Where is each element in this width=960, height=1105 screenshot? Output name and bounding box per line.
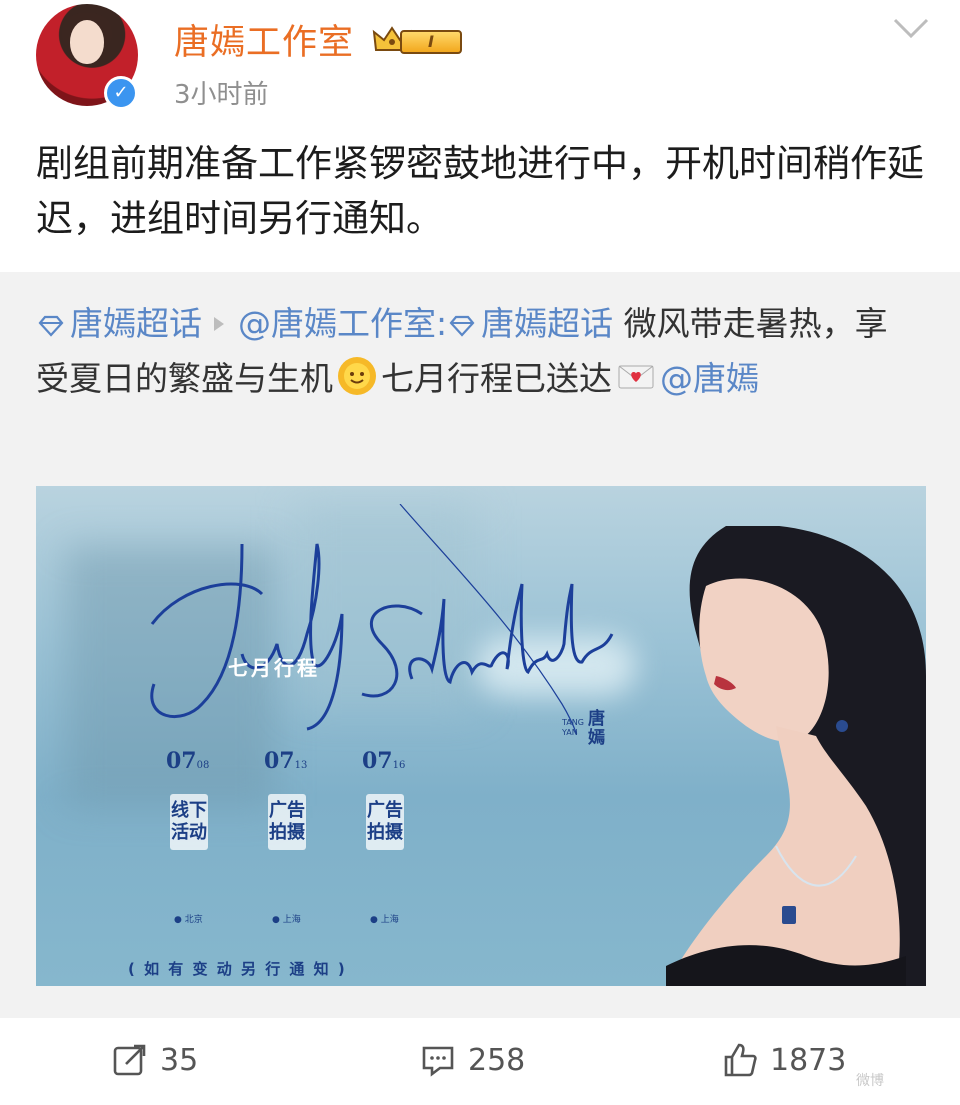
july-schedule-script-lettering (150, 504, 614, 734)
date-day: 13 (294, 760, 308, 771)
sunflower-emoji-icon (338, 357, 376, 395)
avatar-face (70, 20, 104, 64)
schedule-poster-image[interactable]: 七月行程 TANG YAN 唐嫣 0708 0713 0716 线下活动 广告拍… (36, 486, 926, 986)
poster-notice: ( 如 有 变 动 另 行 通 知 ) (128, 960, 347, 978)
event-label: 广告拍摄 (269, 800, 305, 843)
mention-author-link[interactable]: @唐嫣工作室: (238, 304, 447, 343)
topic-link-2[interactable]: 唐嫣超话 (481, 304, 613, 343)
location-2: ● 上海 (272, 915, 301, 925)
event-3: 广告拍摄 (366, 794, 404, 850)
date-day: 08 (196, 760, 210, 771)
repost-count: 35 (160, 1042, 199, 1078)
post-time: 3小时前 (174, 80, 269, 110)
poster-name-cn: 唐嫣 (588, 709, 605, 748)
date-2: 0713 (264, 748, 307, 774)
weibo-watermark: 微博 (856, 1073, 884, 1089)
poster-subtitle: 七月行程 (228, 656, 320, 680)
vip-level: I (400, 30, 462, 54)
event-1: 线下活动 (170, 794, 208, 850)
repost-button[interactable]: 35 (112, 1040, 198, 1080)
post-text: 剧组前期准备工作紧锣密鼓地进行中，开机时间稍作延迟，进组时间另行通知。 (36, 142, 924, 240)
mention-end-link[interactable]: @唐嫣 (660, 359, 759, 398)
repost-icon (113, 1044, 146, 1076)
comment-icon (422, 1046, 454, 1077)
repost-text: 唐嫣超话 @唐嫣工作室: 唐嫣超话 微风带走暑热，享受夏日的繁盛与生机 七月行程已送达… (36, 296, 916, 406)
topic-link[interactable]: 唐嫣超话 (70, 304, 202, 343)
repost-card[interactable]: 唐嫣超话 @唐嫣工作室: 唐嫣超话 微风带走暑热，享受夏日的繁盛与生机 七月行程已送达… (0, 272, 960, 1018)
thumbs-up-icon (724, 1043, 757, 1077)
location-1: ● 北京 (174, 915, 203, 925)
comment-button[interactable]: 258 (420, 1040, 525, 1080)
date-month: 07 (264, 748, 295, 774)
date-day: 16 (392, 760, 406, 771)
repost-body-2: 七月行程已送达 (381, 359, 612, 398)
super-topic-icon (38, 315, 64, 337)
chevron-down-icon[interactable] (892, 16, 930, 40)
super-topic-icon (449, 315, 475, 337)
author-name[interactable]: 唐嫣工作室 (174, 14, 354, 65)
date-1: 0708 (166, 748, 209, 774)
date-month: 07 (362, 748, 393, 774)
like-button[interactable]: 1873 (722, 1040, 846, 1080)
vip-badge[interactable]: I (372, 20, 464, 58)
date-month: 07 (166, 748, 197, 774)
poster-name-en: TANG YAN (562, 718, 584, 737)
event-2: 广告拍摄 (268, 794, 306, 850)
location-3: ● 上海 (370, 915, 399, 925)
date-3: 0716 (362, 748, 405, 774)
love-letter-icon (618, 365, 654, 389)
separator-arrow-icon (214, 316, 224, 331)
action-bar: 35 258 1873 (0, 1026, 960, 1096)
event-label: 线下活动 (171, 800, 207, 843)
like-count: 1873 (770, 1042, 847, 1078)
portrait-figure (666, 526, 926, 986)
event-label: 广告拍摄 (367, 800, 403, 843)
comment-count: 258 (468, 1042, 526, 1078)
verified-badge-icon: ✓ (104, 76, 138, 110)
